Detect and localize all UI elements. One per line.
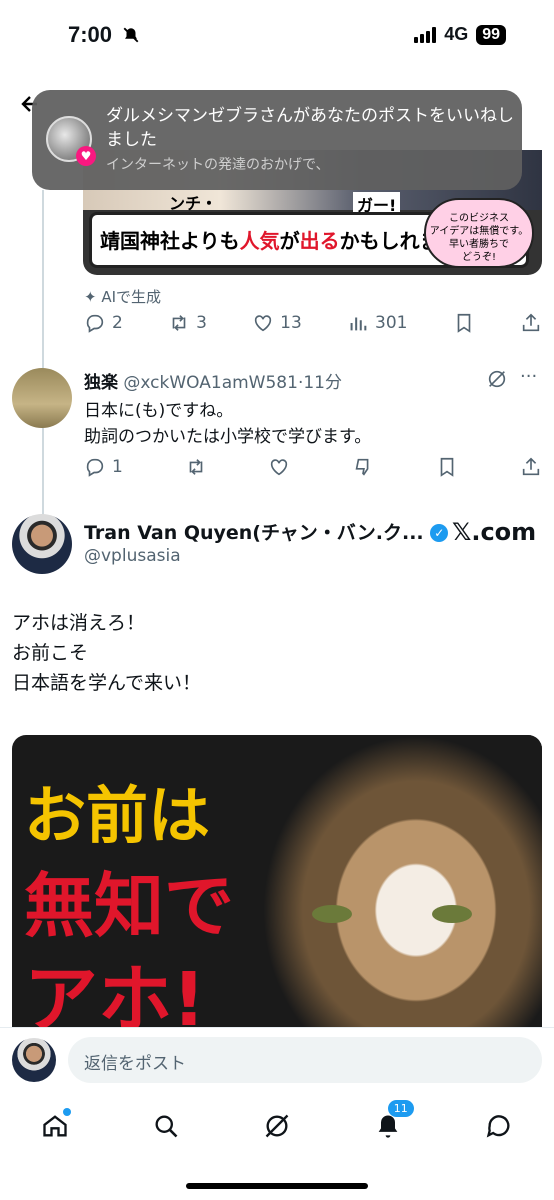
avatar[interactable] [12,1038,56,1082]
bookmark-button[interactable] [453,312,475,334]
reply-count: 1 [112,457,123,477]
notification-badge: 11 [387,1100,414,1117]
views-icon [350,317,367,331]
reply-icon [86,458,104,477]
share-icon [522,457,540,476]
thread-line [42,190,44,520]
network-label: 4G [444,24,469,44]
share-icon [522,313,540,332]
unread-dot [63,1108,72,1116]
repost-icon [172,315,186,331]
like-notification-toast[interactable]: ♥ ダルメシマンゼブラさんがあなたのポストをいいねしました インターネットの発達… [32,90,522,190]
image-text-line-1: お前は [24,779,211,852]
views-button[interactable]: 301 [347,312,408,334]
like-button[interactable]: 13 [252,312,302,334]
downvote-button[interactable] [352,456,374,478]
status-indicators: 4G 99 [414,24,506,45]
tab-notifications[interactable]: 11 [368,1100,414,1146]
image-speech-bubble: このビジネス アイデアは無償です。 早い者勝ちで どうぞ! [424,198,534,268]
reply-button[interactable]: 2 [84,312,123,334]
status-time: 7:00 [68,22,113,47]
main-post-body: アホは消えろ！ お前こそ 日本語を学んで来い！ [12,612,202,694]
main-author-handle[interactable]: @vplusasia [84,546,181,566]
divider [0,1027,554,1028]
image-text-line-2: 無知で [24,865,234,947]
battery-indicator: 99 [476,24,506,45]
heart-outline-icon [254,315,272,332]
signal-icon [414,26,437,43]
bookmark-button[interactable] [436,456,458,478]
more-icon[interactable]: ··· [520,366,537,387]
repost-icon [189,459,202,475]
image-caption-left: ンチ・ [169,194,218,213]
reply-count: 2 [112,313,123,333]
search-icon [155,1115,178,1138]
reply-icon [86,314,104,333]
verified-icon: ✓ [430,524,449,542]
home-icon [43,1115,68,1137]
like-count: 13 [280,313,302,333]
repost-count: 3 [196,313,207,333]
main-author-name[interactable]: Tran Van Quyen(チャン・バン.ク... ✓ [84,518,449,545]
post-actions: 2 3 13 301 [84,312,542,334]
bookmark-icon [440,457,454,477]
reply-author[interactable]: 独楽 @xckWOA1amW581·11分 [84,368,342,393]
like-button[interactable] [268,456,290,478]
reply-input[interactable]: 返信をポスト [68,1037,542,1083]
heart-icon: ♥ [76,146,96,166]
x-logo: 𝕏.com [452,518,537,546]
reply-body: 日本に(も)ですね。 助詞のつかいたは小学校で学びます。 [84,401,372,447]
share-button[interactable] [520,456,542,478]
avatar[interactable] [12,514,72,574]
share-button[interactable] [520,312,542,334]
avatar[interactable] [12,368,72,428]
tab-bar: 11 [0,1096,554,1156]
bell-mute-icon [122,26,140,48]
home-indicator [186,1183,368,1189]
heart-outline-icon [271,459,288,476]
tab-grok[interactable] [257,1106,297,1146]
image-text-line-3: アホ! [24,957,206,1027]
notification-title: ダルメシマンゼブラさんがあなたのポストをいいねしました [106,106,514,150]
tab-search[interactable] [146,1106,186,1146]
repost-button[interactable] [185,456,207,478]
bookmark-icon [457,313,471,333]
view-count: 301 [375,313,408,333]
post-media-image[interactable]: お前は 無知で アホ! [12,735,542,1027]
repost-button[interactable]: 3 [168,312,207,334]
grok-icon [265,1114,289,1138]
ai-generated-label: ✦ AIで生成 [84,288,162,306]
tab-home[interactable] [35,1106,75,1146]
reply-actions: 1 [84,456,542,478]
reply-button[interactable]: 1 [84,456,123,478]
message-icon [486,1115,510,1138]
notification-subtitle: インターネットの発達のおかげで、 [106,157,330,173]
thumbs-down-icon [355,458,369,476]
grok-icon[interactable] [486,368,508,394]
tab-messages[interactable] [479,1106,519,1146]
sparkle-icon: ✦ [84,288,97,306]
